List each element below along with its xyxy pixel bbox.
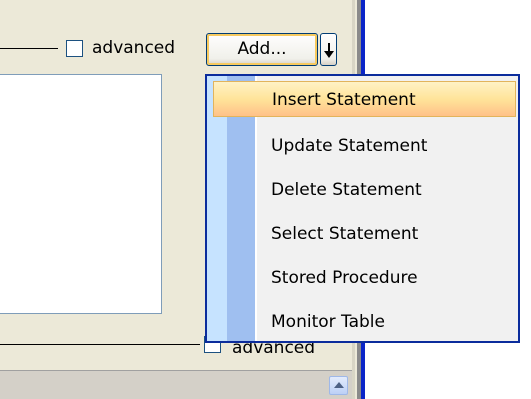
advanced-checkbox[interactable] xyxy=(66,40,83,57)
add-button[interactable]: Add... xyxy=(206,33,318,66)
menu-item-stored-procedure[interactable]: Stored Procedure xyxy=(207,256,518,300)
scroll-up-arrow-icon xyxy=(334,382,344,388)
group-separator-line xyxy=(0,48,58,49)
menu-item-update-statement[interactable]: Update Statement xyxy=(207,124,518,168)
scroll-up-button[interactable] xyxy=(329,376,348,395)
bottom-separator-line xyxy=(0,344,200,345)
menu-item-insert-statement[interactable]: Insert Statement xyxy=(213,81,516,117)
statement-text-area[interactable] xyxy=(0,74,162,314)
lower-list-area[interactable] xyxy=(0,370,352,399)
add-dropdown-button[interactable] xyxy=(320,33,337,66)
menu-item-select-statement[interactable]: Select Statement xyxy=(207,212,518,256)
chevron-down-icon xyxy=(328,43,330,51)
add-dropdown-menu: Insert Statement Update Statement Delete… xyxy=(205,74,520,343)
advanced-label: advanced xyxy=(92,38,176,58)
menu-item-monitor-table[interactable]: Monitor Table xyxy=(207,300,518,344)
menu-item-delete-statement[interactable]: Delete Statement xyxy=(207,168,518,212)
chevron-down-icon-head xyxy=(324,51,334,58)
